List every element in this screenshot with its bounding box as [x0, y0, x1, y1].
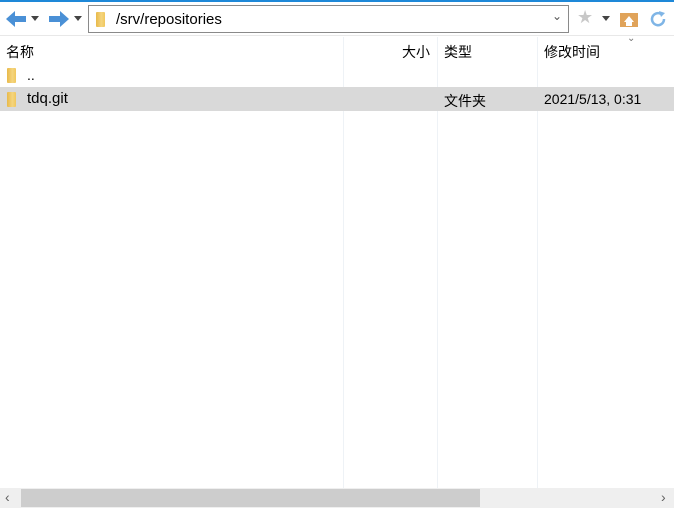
toolbar: /srv/repositories ⌄ ★: [0, 2, 674, 36]
file-type: 文件夹: [444, 93, 486, 109]
file-modified: 2021/5/13, 0:31: [544, 91, 642, 107]
folder-icon: [7, 68, 16, 83]
back-arrow-icon[interactable]: [5, 10, 27, 28]
column-header-type[interactable]: 类型: [444, 42, 472, 62]
forward-dropdown-icon[interactable]: [74, 16, 82, 21]
home-folder-icon[interactable]: [619, 10, 639, 28]
bookmark-star-icon[interactable]: ★: [577, 7, 593, 28]
file-row[interactable]: tdq.git 文件夹 2021/5/13, 0:31: [0, 87, 674, 111]
file-name: tdq.git: [27, 90, 68, 107]
bookmark-dropdown-icon[interactable]: [602, 16, 610, 21]
address-path[interactable]: /srv/repositories: [116, 11, 222, 28]
chevron-down-icon[interactable]: ⌄: [552, 9, 562, 23]
column-header: 名称 大小 类型 修改时间 ⌄: [0, 33, 674, 63]
scrollbar-thumb[interactable]: [21, 489, 480, 507]
scroll-right-icon[interactable]: ›: [661, 489, 666, 505]
sort-chevron-icon: ⌄: [627, 33, 636, 44]
horizontal-scrollbar[interactable]: ‹ ›: [0, 488, 674, 508]
address-bar[interactable]: /srv/repositories ⌄: [88, 5, 569, 33]
column-header-name[interactable]: 名称: [6, 42, 34, 62]
column-header-modified[interactable]: 修改时间: [544, 42, 600, 62]
scroll-left-icon[interactable]: ‹: [5, 489, 10, 505]
folder-icon: [7, 92, 16, 107]
folder-icon: [96, 12, 105, 27]
forward-arrow-icon[interactable]: [48, 10, 70, 28]
file-row-parent[interactable]: ..: [0, 63, 674, 87]
refresh-icon[interactable]: [648, 9, 668, 29]
column-header-size[interactable]: 大小: [402, 42, 430, 62]
file-name: ..: [27, 67, 35, 83]
back-dropdown-icon[interactable]: [31, 16, 39, 21]
